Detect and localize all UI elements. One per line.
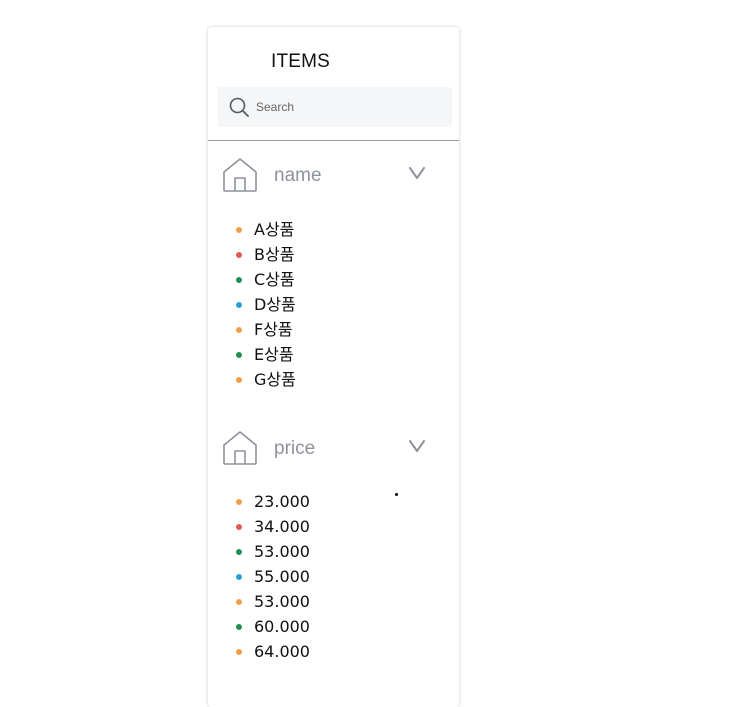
list-item-label: C상품 bbox=[254, 270, 295, 289]
list-item-label: 53.000 bbox=[254, 592, 310, 611]
items-panel: ITEMS name A상품 B상품 C상품 D상품 F상품 E상품 G상품 bbox=[208, 27, 459, 707]
chevron-down-icon[interactable] bbox=[408, 166, 426, 180]
list-item-label: 23.000 bbox=[254, 492, 310, 511]
color-dot bbox=[236, 252, 242, 258]
list-item-label: 53.000 bbox=[254, 542, 310, 561]
list-item-label: B상품 bbox=[254, 245, 295, 264]
color-dot bbox=[236, 624, 242, 630]
color-dot bbox=[236, 377, 242, 383]
list-item[interactable]: 60.000 bbox=[234, 614, 310, 639]
search-box[interactable] bbox=[218, 87, 452, 127]
list-item[interactable]: D상품 bbox=[234, 292, 296, 317]
color-dot bbox=[236, 574, 242, 580]
list-item-label: E상품 bbox=[254, 345, 294, 364]
divider bbox=[208, 140, 459, 141]
list-item[interactable]: B상품 bbox=[234, 242, 296, 267]
color-dot bbox=[236, 327, 242, 333]
section-label-price: price bbox=[274, 438, 316, 459]
color-dot bbox=[236, 549, 242, 555]
panel-title: ITEMS bbox=[271, 51, 331, 72]
list-item[interactable]: 55.000 bbox=[234, 564, 310, 589]
section-label-name: name bbox=[274, 165, 322, 186]
list-item-label: 60.000 bbox=[254, 617, 310, 636]
list-item-label: F상품 bbox=[254, 320, 293, 339]
list-item[interactable]: 53.000 bbox=[234, 539, 310, 564]
search-input[interactable] bbox=[256, 98, 436, 116]
color-dot bbox=[236, 302, 242, 308]
list-item-label: D상품 bbox=[254, 295, 296, 314]
list-item[interactable]: 53.000 bbox=[234, 589, 310, 614]
list-item[interactable]: 34.000 bbox=[234, 514, 310, 539]
mouse-cursor-dot bbox=[395, 493, 398, 496]
list-item-label: 64.000 bbox=[254, 642, 310, 661]
color-dot bbox=[236, 352, 242, 358]
color-dot bbox=[236, 499, 242, 505]
search-icon bbox=[229, 97, 249, 117]
chevron-down-icon[interactable] bbox=[408, 439, 426, 453]
home-icon bbox=[223, 158, 257, 192]
color-dot bbox=[236, 599, 242, 605]
list-item-label: G상품 bbox=[254, 370, 296, 389]
list-item[interactable]: G상품 bbox=[234, 367, 296, 392]
list-item[interactable]: 64.000 bbox=[234, 639, 310, 664]
list-item[interactable]: 23.000 bbox=[234, 489, 310, 514]
color-dot bbox=[236, 277, 242, 283]
color-dot bbox=[236, 649, 242, 655]
color-dot bbox=[236, 227, 242, 233]
list-item-label: 34.000 bbox=[254, 517, 310, 536]
list-item[interactable]: E상품 bbox=[234, 342, 296, 367]
section-header-name[interactable]: name bbox=[208, 156, 459, 196]
home-icon bbox=[223, 431, 257, 465]
list-item[interactable]: C상품 bbox=[234, 267, 296, 292]
section-header-price[interactable]: price bbox=[208, 429, 459, 469]
list-item[interactable]: F상품 bbox=[234, 317, 296, 342]
list-item-label: 55.000 bbox=[254, 567, 310, 586]
list-item[interactable]: A상품 bbox=[234, 217, 296, 242]
price-list: 23.000 34.000 53.000 55.000 53.000 60.00… bbox=[234, 489, 310, 664]
list-item-label: A상품 bbox=[254, 220, 295, 239]
name-list: A상품 B상품 C상품 D상품 F상품 E상품 G상품 bbox=[234, 217, 296, 392]
color-dot bbox=[236, 524, 242, 530]
